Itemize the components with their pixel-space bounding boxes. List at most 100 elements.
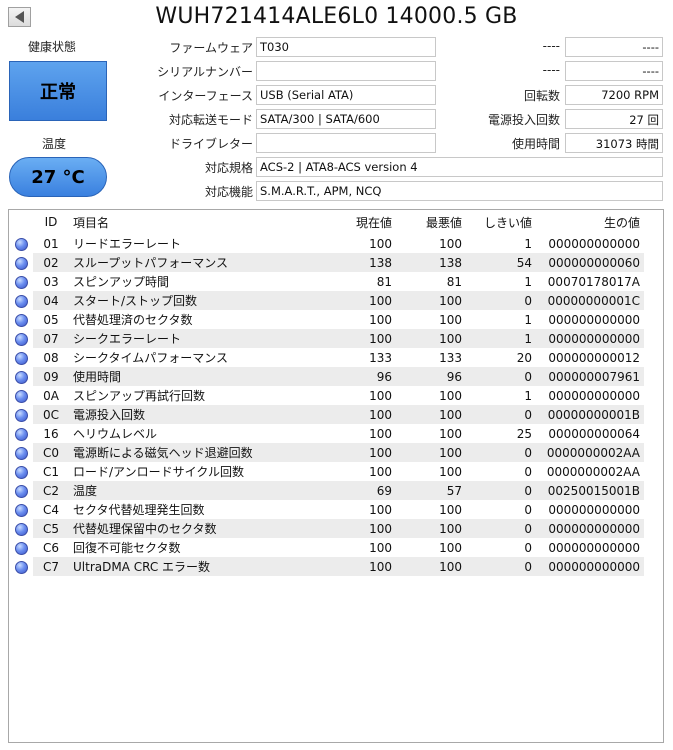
status-good-icon xyxy=(14,256,28,270)
serial-value xyxy=(256,61,436,81)
attribute-name: UltraDMA CRC エラー数 xyxy=(69,557,326,576)
status-good-icon xyxy=(14,427,28,441)
table-row[interactable]: 05 代替処理済のセクタ数 100 100 1 000000000000 xyxy=(9,310,644,329)
threshold-value: 0 xyxy=(466,519,536,538)
attribute-id: 08 xyxy=(43,350,59,365)
status-cell xyxy=(9,234,33,253)
status-good-icon xyxy=(14,389,28,403)
table-row[interactable]: 08 シークタイムパフォーマンス 133 133 20 000000000012 xyxy=(9,348,644,367)
raw-value: 000000000000 xyxy=(548,540,640,555)
id-column-header[interactable]: ID xyxy=(33,210,69,234)
raw-value: 00250015001B xyxy=(536,481,644,500)
raw-value: 000000000000 xyxy=(536,519,644,538)
blank-value-2: ---- xyxy=(565,61,663,81)
health-status-button[interactable]: 正常 xyxy=(9,61,107,121)
worst-value: 138 xyxy=(396,253,466,272)
threshold-value: 0 xyxy=(466,481,536,500)
raw-value: 00000000001B xyxy=(536,405,644,424)
status-good-icon xyxy=(14,237,28,251)
attribute-name: セクタ代替処理発生回数 xyxy=(73,503,205,517)
interface-label: インターフェース xyxy=(158,89,253,103)
raw-value: 0000000002AA xyxy=(546,464,640,479)
threshold-value: 1 xyxy=(524,236,532,251)
status-column-header[interactable] xyxy=(9,210,33,234)
status-cell xyxy=(9,272,33,291)
raw-value: 000000007961 xyxy=(536,367,644,386)
current-column-header[interactable]: 現在値 xyxy=(326,210,396,234)
table-row[interactable]: C5 代替処理保留中のセクタ数 100 100 0 000000000000 xyxy=(9,519,644,538)
table-row[interactable]: C1 ロード/アンロードサイクル回数 100 100 0 0000000002AA xyxy=(9,462,644,481)
status-cell xyxy=(9,405,33,424)
threshold-value: 0 xyxy=(466,557,536,576)
status-cell xyxy=(9,481,33,500)
status-cell xyxy=(9,557,33,576)
current-value: 100 xyxy=(326,291,396,310)
worst-value: 100 xyxy=(439,312,462,327)
raw-value: 00000000001C xyxy=(536,291,644,310)
table-row[interactable]: C6 回復不可能セクタ数 100 100 0 000000000000 xyxy=(9,538,644,557)
attribute-name: シークエラーレート xyxy=(69,329,326,348)
current-value: 100 xyxy=(369,502,392,517)
firmware-label: ファームウェア xyxy=(169,41,253,55)
current-value: 100 xyxy=(369,388,392,403)
table-row[interactable]: 09 使用時間 96 96 0 000000007961 xyxy=(9,367,644,386)
attribute-name: シークタイムパフォーマンス xyxy=(73,351,229,365)
status-cell xyxy=(9,519,33,538)
drive-letter-label: ドライブレター xyxy=(168,137,253,151)
current-value: 133 xyxy=(369,350,392,365)
table-row[interactable]: 03 スピンアップ時間 81 81 1 00070178017A xyxy=(9,272,644,291)
status-cell xyxy=(9,291,33,310)
threshold-value: 20 xyxy=(516,350,532,365)
serial-label: シリアルナンバー xyxy=(157,65,253,79)
firmware-value: T030 xyxy=(256,37,436,57)
power-on-count-label: 電源投入回数 xyxy=(487,113,560,127)
status-cell xyxy=(9,424,33,443)
raw-value: 000000000000 xyxy=(548,312,640,327)
raw-value: 000000000000 xyxy=(536,557,644,576)
attribute-id: C7 xyxy=(33,557,69,576)
attribute-id: 0A xyxy=(43,388,59,403)
current-value: 100 xyxy=(326,443,396,462)
status-good-icon xyxy=(14,408,28,422)
current-value: 100 xyxy=(369,464,392,479)
current-value: 100 xyxy=(369,312,392,327)
table-row[interactable]: C7 UltraDMA CRC エラー数 100 100 0 000000000000 xyxy=(9,557,644,576)
interface-value: USB (Serial ATA) xyxy=(256,85,436,105)
attribute-name: 代替処理済のセクタ数 xyxy=(73,313,193,327)
raw-column-header[interactable]: 生の値 xyxy=(536,210,644,234)
table-row[interactable]: 0A スピンアップ再試行回数 100 100 1 000000000000 xyxy=(9,386,644,405)
smart-attribute-table[interactable]: ID 項目名 現在値 最悪値 しきい値 生の値 01 リードエラーレート 100 10… xyxy=(8,209,664,743)
table-row[interactable]: 04 スタート/ストップ回数 100 100 0 00000000001C xyxy=(9,291,644,310)
table-row[interactable]: 02 スループットパフォーマンス 138 138 54 000000000060 xyxy=(9,253,644,272)
worst-value: 100 xyxy=(396,291,466,310)
current-value: 138 xyxy=(326,253,396,272)
worst-value: 100 xyxy=(439,236,462,251)
status-good-icon xyxy=(14,275,28,289)
standard-value: ACS-2 | ATA8-ACS version 4 xyxy=(256,157,663,177)
attribute-id: C6 xyxy=(42,540,59,555)
current-value: 100 xyxy=(326,405,396,424)
name-column-header[interactable]: 項目名 xyxy=(69,210,326,234)
raw-value: 000000000012 xyxy=(548,350,640,365)
worst-value: 100 xyxy=(439,464,462,479)
table-row[interactable]: 0C 電源投入回数 100 100 0 00000000001B xyxy=(9,405,644,424)
raw-value: 000000000060 xyxy=(536,253,644,272)
worst-value: 100 xyxy=(439,540,462,555)
table-row[interactable]: C4 セクタ代替処理発生回数 100 100 0 000000000000 xyxy=(9,500,644,519)
status-cell xyxy=(9,348,33,367)
temperature-value: 27 °C xyxy=(9,157,107,197)
threshold-value: 0 xyxy=(466,405,536,424)
threshold-column-header[interactable]: しきい値 xyxy=(466,210,536,234)
table-row[interactable]: C2 温度 69 57 0 00250015001B xyxy=(9,481,644,500)
table-row[interactable]: 01 リードエラーレート 100 100 1 000000000000 xyxy=(9,234,644,253)
attribute-name: 温度 xyxy=(69,481,326,500)
table-row[interactable]: C0 電源断による磁気ヘッド退避回数 100 100 0 0000000002AA xyxy=(9,443,644,462)
worst-column-header[interactable]: 最悪値 xyxy=(396,210,466,234)
table-row[interactable]: 16 ヘリウムレベル 100 100 25 000000000064 xyxy=(9,424,644,443)
threshold-value: 0 xyxy=(466,367,536,386)
status-cell xyxy=(9,367,33,386)
table-row[interactable]: 07 シークエラーレート 100 100 1 000000000000 xyxy=(9,329,644,348)
raw-value: 000000000000 xyxy=(548,388,640,403)
attribute-name: スタート/ストップ回数 xyxy=(69,291,326,310)
attribute-name: ヘリウムレベル xyxy=(73,427,158,441)
